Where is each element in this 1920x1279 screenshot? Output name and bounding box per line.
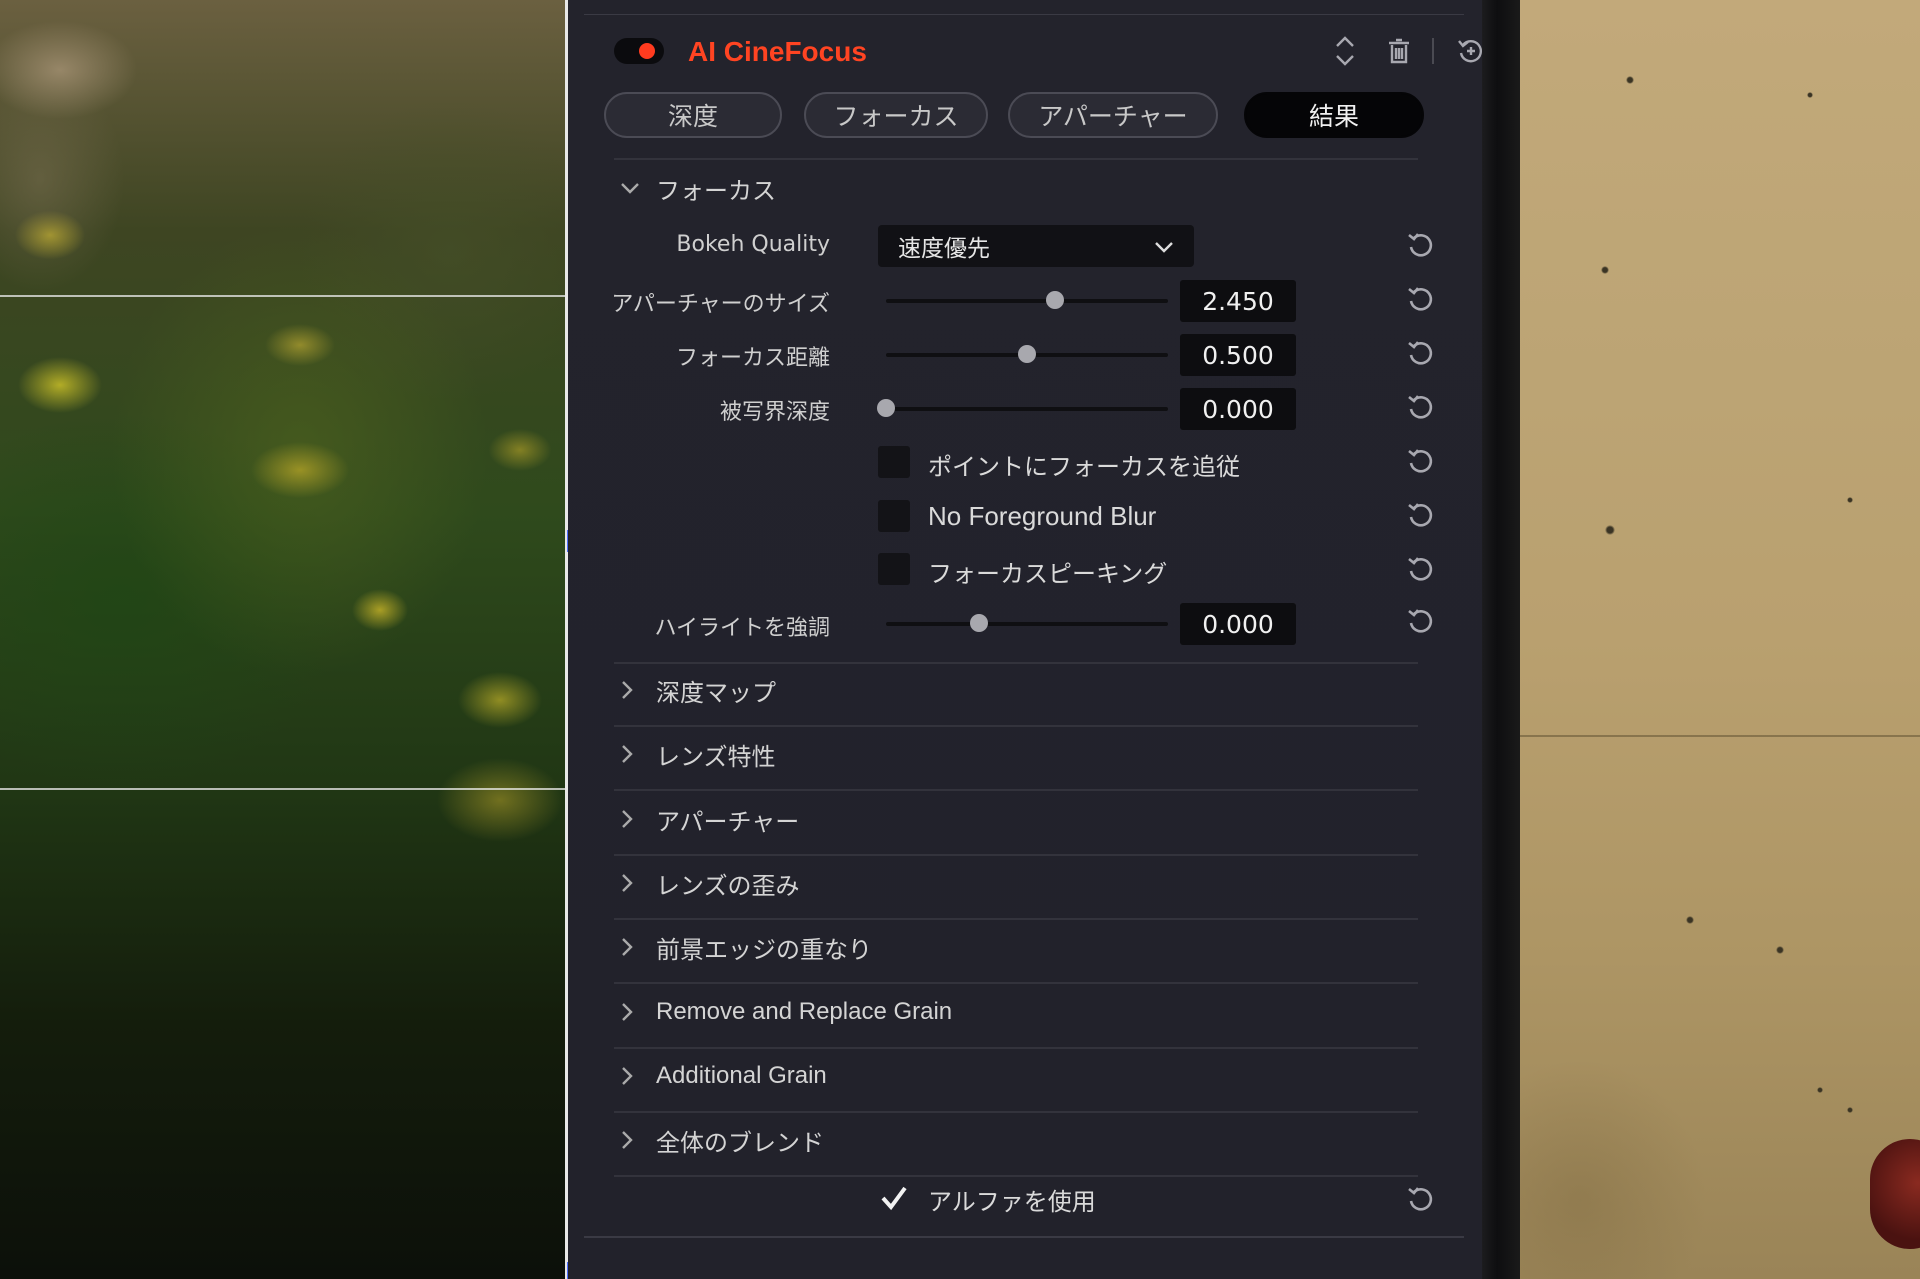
header-separator (1432, 38, 1434, 64)
focus-peaking-label: フォーカスピーキング (928, 560, 1168, 588)
effect-enable-toggle[interactable] (614, 38, 664, 64)
section-title: レンズ特性 (656, 742, 776, 771)
chevron-down-icon (1154, 233, 1174, 259)
slider-knob[interactable] (970, 614, 989, 632)
chevron-right-icon (620, 873, 642, 893)
reset-aperture-size-icon[interactable] (1404, 282, 1438, 316)
chevron-right-icon (620, 1130, 642, 1150)
section-header[interactable]: Remove and Replace Grain (620, 992, 952, 1032)
section-title: 全体のブレンド (656, 1128, 824, 1157)
track-focus-label: ポイントにフォーカスを追従 (928, 453, 1240, 481)
panel-bottom-divider (584, 1236, 1464, 1238)
depth-of-field-label: 被写界深度 (719, 400, 830, 425)
section-divider (614, 1111, 1418, 1113)
section-divider (614, 662, 1418, 664)
bokeh-quality-dropdown[interactable]: 速度優先 (878, 225, 1194, 267)
chevron-right-icon (620, 1002, 642, 1022)
section-divider (614, 854, 1418, 856)
trash-icon[interactable] (1382, 34, 1416, 68)
chevron-right-icon (620, 937, 642, 957)
tab-aperture[interactable]: アパーチャー (1008, 92, 1218, 138)
effect-header: AI CineFocus (614, 34, 1482, 68)
section-header[interactable]: 前景エッジの重なり (620, 927, 872, 967)
section-header[interactable]: Additional Grain (620, 1056, 827, 1096)
reset-focus-distance-icon[interactable] (1404, 336, 1438, 370)
up-down-arrows-icon[interactable] (1328, 34, 1362, 68)
chevron-right-icon (620, 744, 642, 764)
background-object (1870, 1139, 1920, 1249)
reset-use-alpha-icon[interactable] (1404, 1182, 1438, 1216)
inspector-panel: AI CineFocus 深度 フォーカス アパーチャー 結果 フォーカス Bo… (568, 0, 1482, 1279)
section-title: 前景エッジの重なり (656, 935, 872, 964)
section-header[interactable]: レンズ特性 (620, 734, 776, 774)
aperture-size-value[interactable]: 2.450 (1180, 280, 1296, 322)
slider-knob[interactable] (1046, 291, 1065, 309)
tab-bar: 深度 フォーカス アパーチャー 結果 (604, 92, 1424, 140)
no-foreground-blur-checkbox[interactable] (878, 500, 910, 532)
tab-focus[interactable]: フォーカス (804, 92, 988, 138)
no-foreground-blur-label: No Foreground Blur (928, 501, 1157, 531)
focus-distance-slider[interactable] (886, 345, 1168, 363)
toggle-dot (639, 43, 655, 59)
aperture-size-label: アパーチャーのサイズ (611, 292, 830, 317)
monitor-bezel (1482, 0, 1520, 1279)
effect-title: AI CineFocus (688, 36, 867, 67)
use-alpha-checkbox[interactable] (878, 1182, 910, 1214)
tab-result[interactable]: 結果 (1244, 92, 1424, 138)
slider-knob[interactable] (877, 399, 895, 417)
tab-depth[interactable]: 深度 (604, 92, 782, 138)
section-header[interactable]: レンズの歪み (620, 863, 800, 903)
section-title: Remove and Replace Grain (656, 998, 953, 1025)
reset-highlight-boost-icon[interactable] (1404, 604, 1438, 638)
highlight-boost-value[interactable]: 0.000 (1180, 603, 1296, 645)
focus-distance-value[interactable]: 0.500 (1180, 334, 1296, 376)
use-alpha-label: アルファを使用 (928, 1188, 1096, 1216)
viewer-image (0, 0, 568, 1279)
highlight-boost-slider[interactable] (886, 614, 1168, 632)
focus-peaking-checkbox[interactable] (878, 553, 910, 585)
depth-of-field-value[interactable]: 0.000 (1180, 388, 1296, 430)
section-header[interactable]: 全体のブレンド (620, 1120, 824, 1160)
aperture-size-slider[interactable] (886, 291, 1168, 309)
reset-track-focus-icon[interactable] (1404, 444, 1438, 478)
reset-depth-of-field-icon[interactable] (1404, 390, 1438, 424)
background-wall (1520, 0, 1920, 1279)
chevron-right-icon (620, 809, 642, 829)
highlight-boost-label: ハイライトを強調 (654, 616, 830, 641)
reset-bokeh-quality-icon[interactable] (1404, 228, 1438, 262)
section-divider (614, 1175, 1418, 1177)
section-header[interactable]: アパーチャー (620, 799, 799, 839)
section-title: Additional Grain (656, 1062, 827, 1089)
section-divider (614, 725, 1418, 727)
section-focus-title: フォーカス (656, 176, 776, 205)
reset-no-foreground-blur-icon[interactable] (1404, 498, 1438, 532)
chevron-right-icon (620, 1066, 642, 1086)
safe-guide-line-bottom (0, 788, 568, 790)
focus-distance-label: フォーカス距離 (675, 346, 830, 371)
bokeh-quality-value: 速度優先 (898, 236, 990, 262)
section-header[interactable]: 深度マップ (620, 670, 776, 710)
section-title: レンズの歪み (656, 871, 800, 900)
section-focus-header[interactable]: フォーカス (620, 168, 776, 208)
bokeh-quality-label: Bokeh Quality (676, 232, 830, 257)
track-focus-checkbox[interactable] (878, 446, 910, 478)
reset-focus-peaking-icon[interactable] (1404, 552, 1438, 586)
section-divider (614, 918, 1418, 920)
tabs-divider (614, 158, 1418, 160)
section-divider (614, 789, 1418, 791)
section-divider (614, 982, 1418, 984)
section-title: アパーチャー (656, 807, 800, 836)
wall-seam (1520, 735, 1920, 737)
chevron-down-icon (620, 181, 642, 195)
depth-of-field-slider[interactable] (877, 399, 1168, 417)
section-title: 深度マップ (656, 678, 776, 707)
safe-guide-line-top (0, 295, 568, 297)
slider-knob[interactable] (1018, 345, 1036, 363)
section-divider (614, 1047, 1418, 1049)
chevron-right-icon (620, 680, 642, 700)
panel-top-divider (584, 14, 1464, 15)
